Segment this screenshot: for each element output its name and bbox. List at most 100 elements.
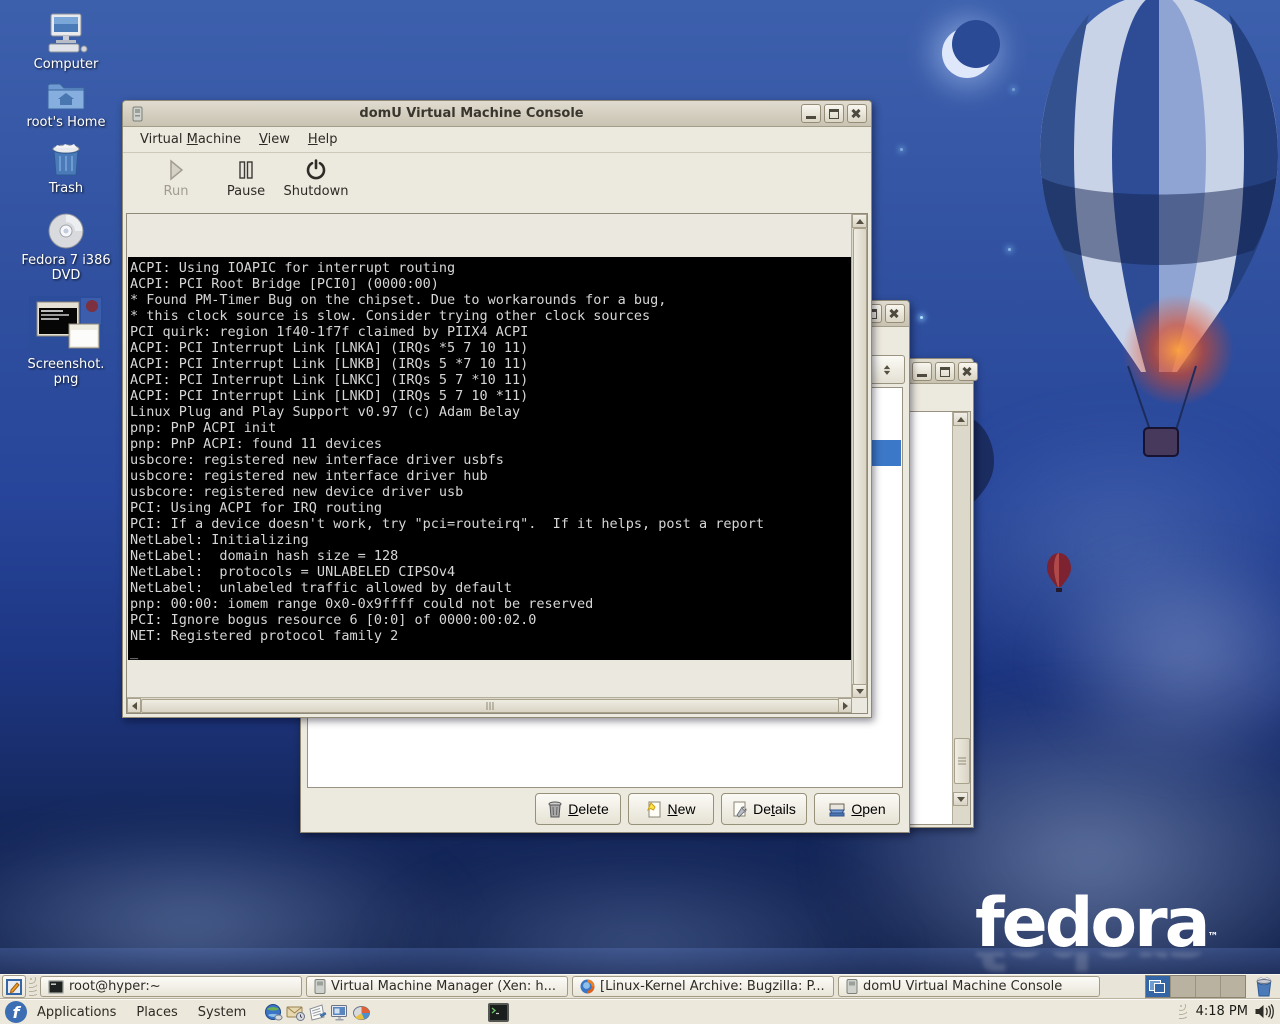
console-line: NetLabel: unlabeled traffic allowed by d… [130,580,851,596]
menu-virtual-machine[interactable]: Virtual Machine [131,129,250,150]
arrow-up-icon [856,215,864,224]
desktop-icon-computer[interactable]: Computer [18,12,114,72]
vm-console-output[interactable]: ACPI: Using IOAPIC for interrupt routing… [128,257,851,660]
clock-area: 4:18 PM [1176,999,1274,1024]
terminal-launcher[interactable] [487,1001,510,1024]
large-balloon [1028,0,1280,508]
task-button-vmm[interactable]: Virtual Machine Manager (Xen: h... [306,976,568,997]
console-line: _ [130,644,851,660]
home-folder-icon [46,80,86,112]
run-icon [166,159,186,181]
email-launcher-icon[interactable] [286,1003,305,1022]
speaker-icon[interactable] [1254,1003,1274,1020]
desktop-icon-roots-home[interactable]: root's Home [18,80,114,130]
menu-help[interactable]: Help [299,129,347,150]
close-button[interactable] [847,104,867,123]
scroll-right-button[interactable] [838,698,852,713]
new-button[interactable]: New [628,793,714,825]
console-line: NET: Registered protocol family 2 [130,628,851,644]
menu-view[interactable]: View [250,129,299,150]
minimize-button[interactable] [912,362,932,381]
workspace-4[interactable] [1221,976,1245,997]
minimize-button[interactable] [801,104,821,123]
close-button[interactable] [885,304,905,323]
close-icon [959,363,977,380]
console-titlebar[interactable]: domU Virtual Machine Console [123,101,871,127]
trash-icon [47,142,85,178]
console-line: usbcore: registered new device driver us… [130,484,851,500]
spreadsheet-launcher-icon[interactable] [352,1003,371,1022]
shutdown-icon [305,159,327,181]
scroll-up-button[interactable] [852,214,867,228]
console-line: PCI: If a device doesn't work, try "pci=… [130,516,851,532]
close-button[interactable] [958,362,978,381]
system-menu[interactable]: System [188,1000,256,1024]
virtual-machine-icon [130,106,145,122]
background-browser-window[interactable] [905,358,974,828]
view-dropdown[interactable] [869,355,905,384]
maximize-button[interactable] [935,362,955,381]
word-processor-launcher-icon[interactable] [308,1003,327,1022]
task-button-terminal[interactable]: root@hyper:~ [40,976,302,997]
virtual-machine-icon [314,979,326,994]
pause-button[interactable]: Pause [211,159,281,199]
console-line: ACPI: PCI Interrupt Link [LNKB] (IRQs 5 … [130,356,851,372]
desktop-icon-trash[interactable]: Trash [18,142,114,196]
arrow-right-icon [843,702,852,710]
scroll-left-button[interactable] [127,698,141,713]
web-browser-launcher-icon[interactable] [264,1003,283,1022]
presentation-launcher-icon[interactable] [330,1003,349,1022]
computer-icon [43,12,89,54]
arrow-down-icon [957,797,965,806]
console-line: usbcore: registered new interface driver… [130,452,851,468]
task-label: Virtual Machine Manager (Xen: h... [331,979,556,994]
scroll-thumb[interactable] [954,738,970,784]
delete-button[interactable]: Delete [535,793,621,825]
details-button[interactable]: Details [721,793,807,825]
button-label: Open [851,801,885,817]
workspace-2[interactable] [1171,976,1196,997]
shutdown-button[interactable]: Shutdown [281,159,351,199]
maximize-button[interactable] [824,104,844,123]
arrow-up-icon [957,413,965,422]
scroll-down-button[interactable] [852,684,867,698]
workspace-switcher[interactable] [1145,975,1246,998]
spinner-up-icon [884,361,890,368]
panel-drag-handle[interactable] [29,977,37,996]
desktop-icon-screenshot[interactable]: Screenshot.png [18,296,114,387]
console-window[interactable]: domU Virtual Machine Console Virtual Mac… [122,100,872,718]
desktop-icon-fedora-dvd[interactable]: Fedora 7 i386 DVD [18,212,114,283]
workspace-1[interactable] [1146,976,1171,997]
run-button[interactable]: Run [141,159,211,199]
vertical-scrollbar[interactable] [851,214,867,698]
open-button[interactable]: Open [814,793,900,825]
horizontal-scroll-thumb[interactable] [141,699,839,713]
browser-vertical-scrollbar[interactable] [952,412,970,824]
console-line: pnp: 00:00: iomem range 0x0-0x9ffff coul… [130,596,851,612]
console-line: ACPI: PCI Interrupt Link [LNKC] (IRQs 5 … [130,372,851,388]
workspace-3[interactable] [1196,976,1221,997]
vertical-scroll-thumb[interactable] [853,228,867,685]
console-line: NetLabel: protocols = UNLABELED CIPSOv4 [130,564,851,580]
console-line: Linux Plug and Play Support v0.97 (c) Ad… [130,404,851,420]
console-line: ACPI: PCI Interrupt Link [LNKD] (IRQs 5 … [130,388,851,404]
trash-applet[interactable] [1252,976,1276,998]
menu-panel: f Applications Places System [0,999,1280,1024]
horizontal-scrollbar[interactable] [127,697,852,713]
applications-menu[interactable]: Applications [27,1000,126,1024]
places-menu[interactable]: Places [126,1000,187,1024]
browser-titlebar[interactable] [906,359,973,384]
fedora-menu-icon[interactable]: f [5,1001,27,1023]
browser-content [908,411,971,825]
show-desktop-icon [6,979,22,995]
star [920,316,923,319]
details-icon [732,801,748,818]
scroll-up-button[interactable] [953,412,968,426]
show-desktop-button[interactable] [2,975,26,998]
panel-drag-handle[interactable] [1179,1004,1187,1020]
clock[interactable]: 4:18 PM [1196,1004,1248,1019]
task-button-browser[interactable]: [Linux-Kernel Archive: Bugzilla: P... [572,976,834,997]
console-line: pnp: PnP ACPI init [130,420,851,436]
task-button-console[interactable]: domU Virtual Machine Console [838,976,1100,997]
scroll-down-button[interactable] [953,792,968,806]
